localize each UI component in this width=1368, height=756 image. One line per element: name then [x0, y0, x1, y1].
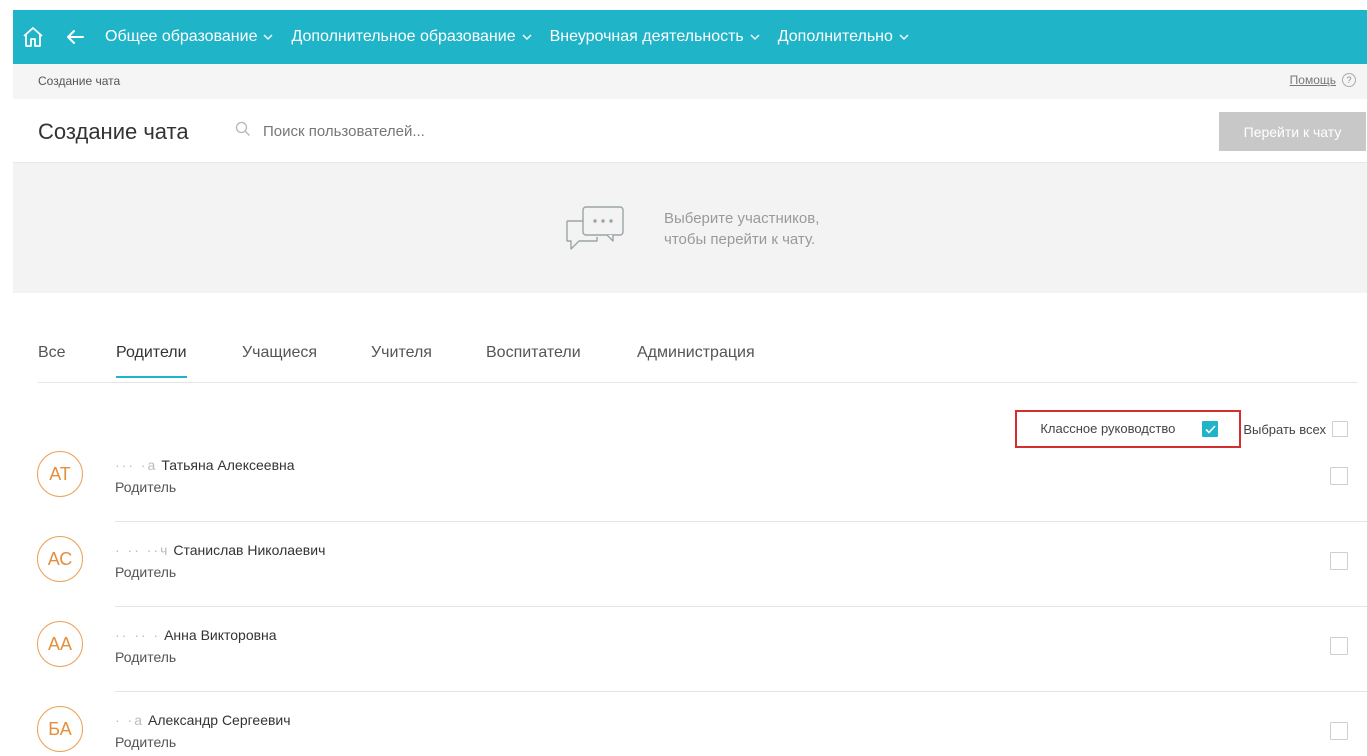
tab-parents[interactable]: Родители	[116, 344, 187, 378]
user-list: АТ ··· ·а Татьяна Алексеевна Родитель АС …	[13, 437, 1368, 756]
empty-state-line: Выберите участников,	[664, 210, 820, 227]
chat-bubbles-icon	[561, 203, 627, 260]
breadcrumb-current: Создание чата	[38, 74, 121, 88]
help-link[interactable]: Помощь	[1290, 73, 1336, 87]
main-menu: Общее образование Дополнительное образов…	[105, 28, 927, 46]
menu-additional-education[interactable]: Дополнительное образование	[291, 28, 532, 46]
user-name: · ·· ··ч Станислав Николаевич	[115, 542, 325, 558]
redacted-surname: ··· ·а	[115, 457, 158, 473]
user-given-name: Анна Викторовна	[164, 627, 277, 643]
go-to-chat-button[interactable]: Перейти к чату	[1219, 112, 1366, 151]
list-item[interactable]: АТ ··· ·а Татьяна Алексеевна Родитель	[13, 437, 1368, 522]
role-tabs: Все Родители Учащиеся Учителя Воспитател…	[38, 330, 1358, 383]
menu-label: Дополнительное образование	[291, 28, 516, 45]
user-select-checkbox[interactable]	[1330, 552, 1348, 570]
list-item[interactable]: АА ·· ·· · Анна Викторовна Родитель	[13, 607, 1368, 692]
page-title: Создание чата	[38, 119, 189, 144]
chevron-down-icon	[263, 34, 273, 41]
tab-all[interactable]: Все	[38, 344, 66, 376]
home-icon[interactable]	[22, 26, 52, 48]
menu-label: Дополнительно	[777, 28, 893, 45]
search-input[interactable]	[263, 122, 783, 140]
redacted-surname: · ·а	[115, 712, 144, 728]
chevron-down-icon	[899, 34, 909, 41]
user-select-checkbox[interactable]	[1330, 467, 1348, 485]
chevron-down-icon	[522, 34, 532, 41]
checkmark-icon	[1205, 424, 1216, 434]
avatar: АА	[37, 621, 83, 667]
user-select-checkbox[interactable]	[1330, 637, 1348, 655]
user-given-name: Александр Сергеевич	[148, 712, 291, 728]
empty-state-panel: Выберите участников, чтобы перейти к чат…	[13, 163, 1368, 293]
menu-label: Общее образование	[105, 28, 258, 45]
user-role: Родитель	[115, 564, 177, 580]
redacted-surname: · ·· ··ч	[115, 542, 170, 558]
search-bar	[235, 119, 835, 143]
left-margin	[0, 0, 11, 756]
menu-more[interactable]: Дополнительно	[778, 28, 909, 46]
empty-state-text: Выберите участников, чтобы перейти к чат…	[664, 208, 819, 250]
select-all-label: Выбрать всех	[1243, 421, 1326, 437]
avatar: БА	[37, 706, 83, 752]
user-name: ·· ·· · Анна Викторовна	[115, 627, 277, 643]
menu-label: Внеурочная деятельность	[549, 28, 744, 45]
select-all: Выбрать всех	[1243, 421, 1348, 437]
user-role: Родитель	[115, 734, 177, 750]
page-header: Создание чата Перейти к чату	[13, 99, 1368, 163]
top-navigation: Общее образование Дополнительное образов…	[13, 10, 1368, 64]
breadcrumb: Создание чата Помощь ?	[13, 64, 1368, 99]
user-select-checkbox[interactable]	[1330, 722, 1348, 740]
tab-administration[interactable]: Администрация	[637, 344, 755, 376]
user-given-name: Станислав Николаевич	[173, 542, 326, 558]
help-icon[interactable]: ?	[1342, 73, 1356, 87]
help-link-wrapper: Помощь ?	[1290, 73, 1356, 87]
user-role: Родитель	[115, 479, 177, 495]
class-guidance-label: Классное руководство	[1040, 421, 1176, 436]
tab-teachers[interactable]: Учителя	[371, 344, 432, 376]
list-item[interactable]: БА · ·а Александр Сергеевич Родитель	[13, 692, 1368, 756]
empty-state-line: чтобы перейти к чату.	[664, 231, 816, 248]
back-arrow-icon[interactable]	[65, 29, 93, 45]
search-icon	[235, 121, 251, 142]
list-item[interactable]: АС · ·· ··ч Станислав Николаевич Родитель	[13, 522, 1368, 607]
redacted-surname: ·· ·· ·	[115, 627, 161, 643]
tab-educators[interactable]: Воспитатели	[486, 344, 581, 376]
chevron-down-icon	[750, 34, 760, 41]
user-name: · ·а Александр Сергеевич	[115, 712, 291, 728]
app-frame: Общее образование Дополнительное образов…	[0, 0, 1368, 756]
select-all-checkbox[interactable]	[1332, 421, 1348, 437]
menu-extracurricular[interactable]: Внеурочная деятельность	[550, 28, 760, 46]
avatar: АС	[37, 536, 83, 582]
user-given-name: Татьяна Алексеевна	[161, 457, 295, 473]
user-role: Родитель	[115, 649, 177, 665]
tab-students[interactable]: Учащиеся	[242, 344, 317, 376]
avatar: АТ	[37, 451, 83, 497]
menu-general-education[interactable]: Общее образование	[105, 28, 273, 46]
class-guidance-checkbox[interactable]	[1202, 421, 1219, 437]
user-name: ··· ·а Татьяна Алексеевна	[115, 457, 295, 473]
